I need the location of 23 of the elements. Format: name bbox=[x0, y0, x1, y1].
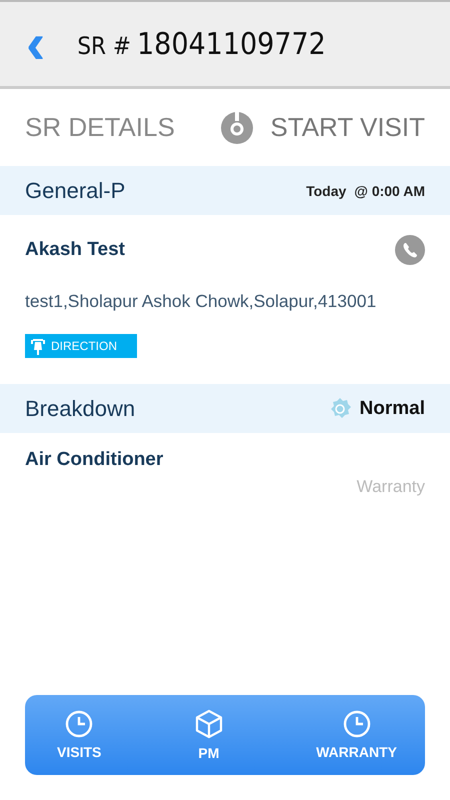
coverage-type: Warranty bbox=[356, 477, 425, 497]
clock-icon bbox=[65, 710, 94, 738]
start-visit-button[interactable]: START VISIT bbox=[220, 110, 425, 144]
direction-button[interactable]: DIRECTION bbox=[25, 334, 137, 358]
clock-icon bbox=[342, 710, 371, 738]
customer-name: Akash Test bbox=[25, 239, 125, 261]
section-title: SR DETAILS bbox=[25, 112, 175, 143]
phone-icon[interactable] bbox=[395, 235, 425, 265]
visit-type: General-P bbox=[25, 178, 126, 204]
visit-day: Today bbox=[306, 182, 346, 198]
address: test1,Sholapur Ashok Chowk,Solapur,413001 bbox=[24, 291, 378, 312]
nav-item[interactable]: VISITS bbox=[57, 695, 102, 775]
back-button[interactable]: ‹ bbox=[24, 22, 48, 66]
sr-label: SR # bbox=[77, 32, 131, 60]
power-icon bbox=[220, 110, 254, 144]
nav-item[interactable]: WARRANTY bbox=[316, 695, 397, 775]
visit-time: @ 0:00 AM bbox=[354, 182, 425, 198]
nav-item[interactable]: PM bbox=[194, 695, 223, 775]
cube-icon bbox=[194, 709, 223, 739]
sr-number: 18041109772 bbox=[137, 26, 326, 62]
product-name: Air Conditioner bbox=[25, 449, 164, 471]
priority: Normal bbox=[360, 398, 425, 420]
issue-type: Breakdown bbox=[25, 396, 136, 422]
